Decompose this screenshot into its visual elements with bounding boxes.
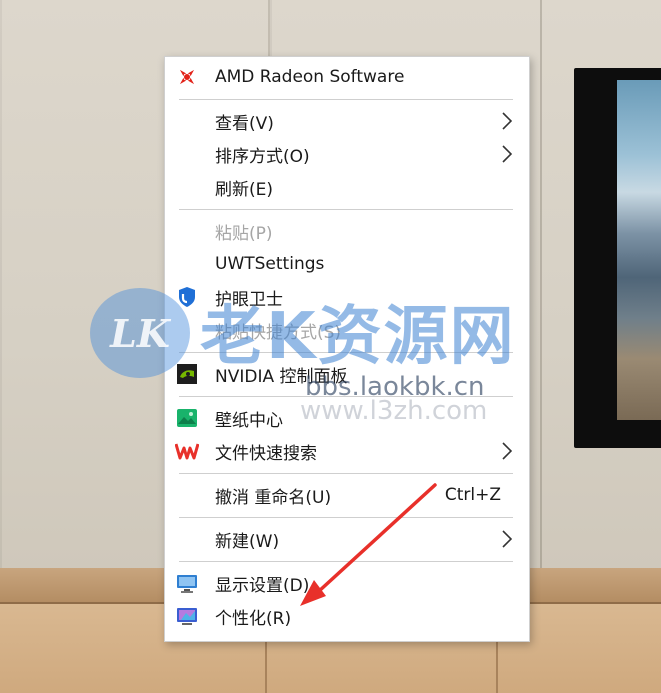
chevron-right-icon <box>499 109 515 133</box>
menu-item-label: 粘贴(P) <box>215 223 273 244</box>
menu-item-display-settings[interactable]: 显示设置(D) <box>165 567 529 599</box>
menu-separator <box>179 209 513 210</box>
menu-separator <box>179 473 513 474</box>
display-settings-icon <box>175 571 199 595</box>
amd-radeon-icon <box>175 65 199 89</box>
menu-item-personalize[interactable]: 个性化(R) <box>165 600 529 632</box>
menu-item-amd-radeon[interactable]: AMD Radeon Software <box>165 61 529 93</box>
menu-item-paste[interactable]: 粘贴(P) <box>165 215 529 247</box>
menu-item-label: 壁纸中心 <box>215 410 283 431</box>
menu-item-new[interactable]: 新建(W) <box>165 523 529 555</box>
menu-item-label: 新建(W) <box>215 531 280 552</box>
nvidia-icon <box>175 362 199 386</box>
menu-item-sort-by[interactable]: 排序方式(O) <box>165 138 529 170</box>
menu-item-label: AMD Radeon Software <box>215 67 405 87</box>
menu-item-view[interactable]: 查看(V) <box>165 105 529 137</box>
menu-separator <box>179 517 513 518</box>
menu-item-undo-rename[interactable]: 撤消 重命名(U) Ctrl+Z <box>165 479 529 511</box>
menu-item-refresh[interactable]: 刷新(E) <box>165 171 529 203</box>
keyboard-shortcut: Ctrl+Z <box>444 485 501 505</box>
menu-item-label: UWTSettings <box>215 254 325 274</box>
menu-item-label: 排序方式(O) <box>215 146 310 167</box>
chevron-right-icon <box>499 439 515 463</box>
wps-icon <box>175 439 199 463</box>
watermark-logo: LK <box>90 288 190 378</box>
menu-item-quick-file-search[interactable]: 文件快速搜索 <box>165 435 529 467</box>
menu-item-label: 查看(V) <box>215 113 274 134</box>
wall-seam <box>540 0 542 570</box>
menu-item-label: 个性化(R) <box>215 608 292 629</box>
menu-separator <box>179 99 513 100</box>
menu-item-label: 刷新(E) <box>215 179 274 200</box>
watermark-url-secondary: www.l3zh.com <box>300 396 488 426</box>
wallpaper-center-icon <box>175 406 199 430</box>
chevron-right-icon <box>499 142 515 166</box>
menu-item-label: 撤消 重命名(U) <box>215 487 332 508</box>
menu-item-label: 文件快速搜索 <box>215 443 317 464</box>
menu-item-label: 显示设置(D) <box>215 575 310 596</box>
watermark-title: 老K资源网 <box>200 300 516 374</box>
tv-screen <box>617 80 661 420</box>
chevron-right-icon <box>499 527 515 551</box>
menu-item-uwtsettings[interactable]: UWTSettings <box>165 248 529 280</box>
menu-separator <box>179 561 513 562</box>
personalize-icon <box>175 604 199 628</box>
